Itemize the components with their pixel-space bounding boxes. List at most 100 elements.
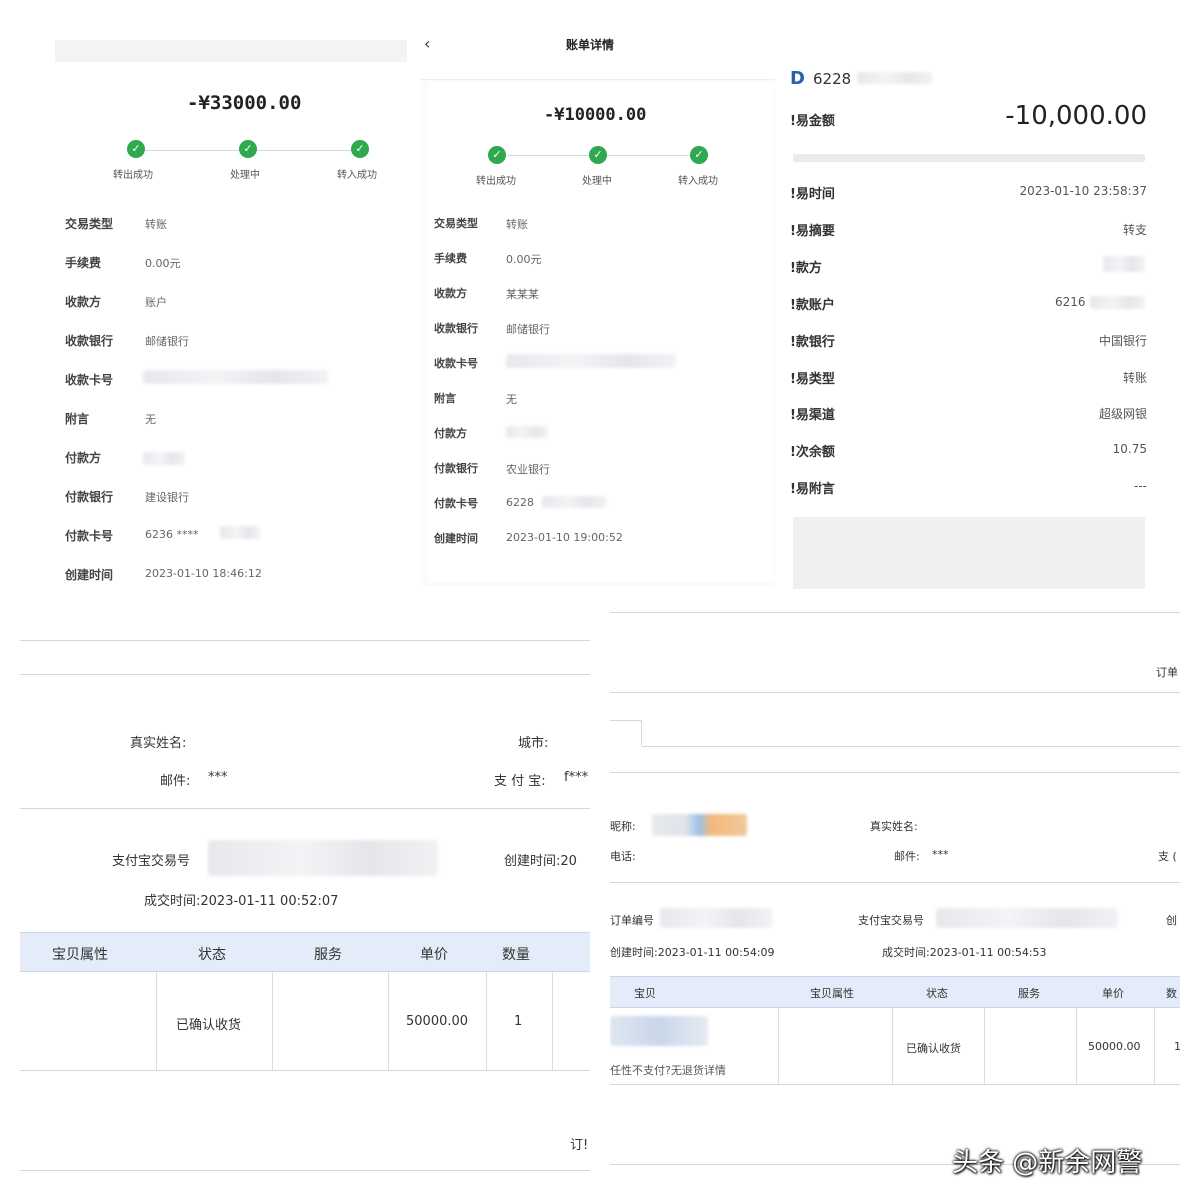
email-label: 邮件: [160, 774, 191, 789]
bank-logo-icon: D [790, 68, 805, 89]
bottom-placeholder-box [793, 517, 1145, 589]
receipt-2: ‹ 账单详情 -¥10000.00 ✓ ✓ ✓ 转出成功 处理中 转入成功 交易… [420, 30, 775, 586]
column-header: 服务 [1018, 987, 1040, 1000]
field-value: 中国银行 [1098, 334, 1147, 348]
redacted-order-no [660, 908, 772, 928]
divider [20, 1070, 590, 1071]
divider [793, 154, 1145, 162]
field-value: 2023-01-10 19:00:52 [506, 531, 623, 544]
field-label: 付款卡号 [434, 497, 478, 510]
trade-no-label: 支付宝交易号 [112, 854, 191, 869]
receipt-1-header-bar [55, 40, 407, 62]
field-label: !易渠道 [790, 408, 835, 423]
divider [610, 612, 1180, 613]
quantity: 1 [514, 1014, 523, 1029]
column-header: 单价 [1102, 987, 1124, 1000]
column-divider [486, 972, 487, 1070]
column-divider [984, 1008, 985, 1084]
field-label: !次余额 [790, 445, 835, 460]
check-icon: ✓ [488, 146, 506, 164]
column-divider [388, 972, 389, 1070]
field-label: 交易类型 [65, 217, 114, 231]
divider [642, 746, 1180, 747]
tab-outline[interactable] [610, 720, 642, 746]
field-value: 10.75 [1112, 442, 1147, 456]
field-value: 无 [506, 393, 517, 406]
quantity: 1 [1174, 1040, 1180, 1053]
divider [610, 692, 1180, 693]
order-label: 订单 [1156, 666, 1178, 679]
alipay-value: f*** [564, 770, 589, 785]
order-detail-1: 真实姓名: 城市: 邮件: *** 支 付 宝: f*** 支付宝交易号 创建时… [20, 610, 590, 1195]
receipt-1: -¥33000.00 ✓ ✓ ✓ 转出成功 处理中 转入成功 交易类型 转账 手… [55, 40, 407, 600]
product-note[interactable]: 任性不支付?无退货详情 [610, 1062, 726, 1078]
column-header: 宝贝属性 [810, 987, 854, 1000]
back-icon[interactable]: ‹ [424, 34, 430, 53]
table-header [610, 976, 1180, 1008]
field-label: 收款卡号 [434, 357, 478, 370]
field-label: 收款方 [434, 287, 467, 300]
divider [610, 772, 1180, 773]
redacted-value [220, 526, 260, 539]
transaction-amount: -10,000.00 [1005, 101, 1147, 131]
real-name-label: 真实姓名: [870, 820, 918, 833]
step-label: 转出成功 [113, 170, 153, 181]
redacted-value [1090, 296, 1145, 309]
field-label: 付款方 [434, 427, 467, 440]
divider [20, 1170, 590, 1171]
footer-text: 订! [570, 1138, 589, 1153]
divider [610, 882, 1180, 883]
order-status: 已确认收货 [176, 1018, 242, 1033]
field-label: 收款方 [65, 295, 102, 309]
created-time-label: 创建时间:20 [504, 854, 577, 869]
field-value: 转支 [1122, 223, 1147, 237]
redacted-value [1103, 256, 1145, 272]
order-status: 已确认收货 [906, 1042, 961, 1055]
deal-time: 成交时间:2023-01-11 00:52:07 [144, 894, 339, 909]
field-label: 收款银行 [65, 334, 114, 348]
redacted-product-image [610, 1016, 708, 1046]
field-value: 6228 [506, 496, 534, 509]
column-divider [892, 1008, 893, 1084]
email-value: *** [208, 770, 228, 785]
check-icon: ✓ [239, 140, 257, 158]
transfer-amount: -¥33000.00 [187, 92, 302, 114]
check-icon: ✓ [589, 146, 607, 164]
field-label: 付款方 [65, 451, 102, 465]
column-header: 状态 [198, 947, 226, 963]
field-label: 创建时间 [434, 532, 478, 545]
field-value: 超级网银 [1098, 407, 1147, 421]
field-value: 转账 [506, 218, 528, 231]
column-divider [1154, 1008, 1155, 1084]
redacted-value [143, 452, 185, 465]
column-header: 宝贝属性 [52, 947, 108, 963]
check-icon: ✓ [127, 140, 145, 158]
step-label: 处理中 [582, 176, 612, 187]
field-value: 建设银行 [145, 491, 189, 504]
column-header: 数 [1166, 987, 1177, 1000]
divider [20, 808, 590, 809]
column-header: 宝贝 [634, 987, 656, 1000]
redacted-card-suffix [857, 72, 932, 84]
check-icon: ✓ [351, 140, 369, 158]
field-label: 手续费 [65, 256, 102, 270]
field-value: 0.00元 [145, 257, 181, 270]
check-icon: ✓ [690, 146, 708, 164]
alipay-label: 支 ( [1158, 850, 1177, 863]
redacted-value [506, 426, 548, 438]
field-value: 2023-01-10 23:58:37 [1019, 184, 1147, 198]
field-value: 转账 [1122, 371, 1147, 385]
redacted-value [143, 370, 328, 384]
field-value: 2023-01-10 18:46:12 [145, 567, 262, 580]
unit-price: 50000.00 [406, 1014, 469, 1029]
field-label: !易类型 [790, 372, 835, 387]
unit-price: 50000.00 [1088, 1040, 1141, 1053]
email-label: 邮件: [894, 850, 920, 863]
redacted-trade-no [208, 840, 438, 876]
deal-time: 成交时间:2023-01-11 00:54:53 [882, 946, 1047, 959]
alipay-label: 支 付 宝: [494, 774, 546, 789]
nickname-label: 昵称: [610, 820, 636, 833]
field-label: !款账户 [790, 298, 835, 313]
field-value: 账户 [145, 296, 167, 309]
field-label: !款方 [790, 261, 822, 276]
